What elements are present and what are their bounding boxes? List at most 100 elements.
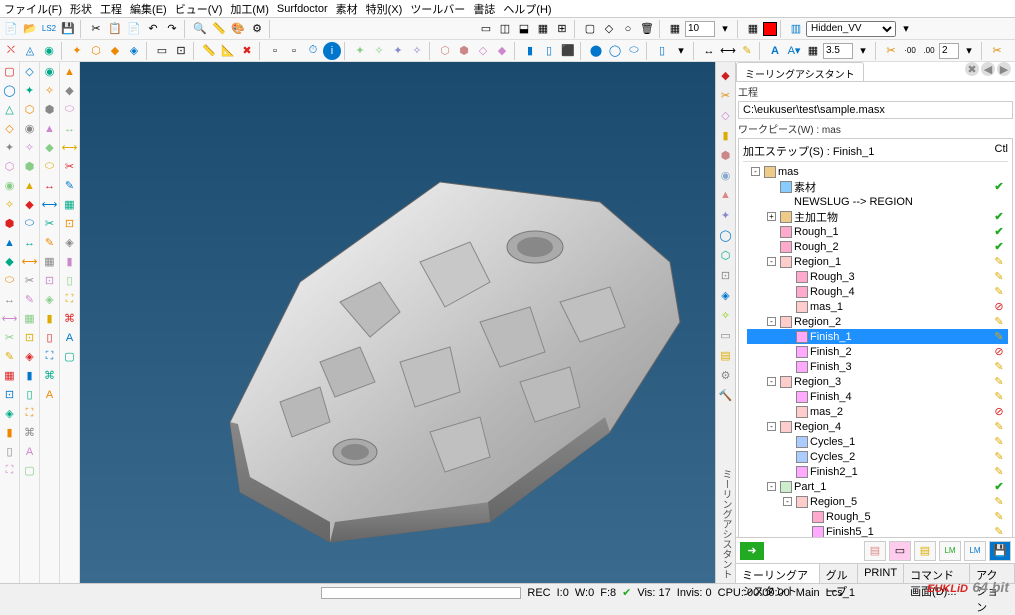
menu-item[interactable]: 特別(X) bbox=[366, 1, 403, 17]
left-tool[interactable]: ⌘ bbox=[20, 423, 39, 442]
left-tool[interactable]: ✎ bbox=[20, 290, 39, 309]
left-tool[interactable]: ⬢ bbox=[20, 157, 39, 176]
left-tool[interactable]: ⊡ bbox=[20, 328, 39, 347]
tree-node[interactable]: Rough_3✎ bbox=[747, 269, 1008, 284]
view-split2[interactable]: ◫ bbox=[496, 20, 514, 38]
t2-p3[interactable]: ◇ bbox=[474, 42, 492, 60]
fwd-icon[interactable]: ▶ bbox=[997, 62, 1011, 76]
tool-color[interactable]: 🎨 bbox=[229, 20, 247, 38]
t2-triangle[interactable]: ◬ bbox=[21, 42, 39, 60]
left-tool[interactable]: ▯ bbox=[20, 385, 39, 404]
left-tool[interactable]: ⊡ bbox=[40, 271, 59, 290]
tree-node[interactable]: Rough_2✔ bbox=[747, 239, 1008, 254]
rs-1[interactable]: ◆ bbox=[717, 66, 735, 84]
dropdown-icon[interactable]: ▾ bbox=[716, 20, 734, 38]
t2-e[interactable]: ⊡ bbox=[172, 42, 190, 60]
t2-cut[interactable]: ✂ bbox=[882, 42, 900, 60]
t2-cut2[interactable]: ✂ bbox=[988, 42, 1006, 60]
left-tool[interactable]: ◈ bbox=[0, 404, 19, 423]
left-tool[interactable]: ▮ bbox=[60, 252, 79, 271]
left-tool[interactable]: ⬢ bbox=[40, 100, 59, 119]
left-tool[interactable]: ✂ bbox=[20, 271, 39, 290]
menu-item[interactable]: 書誌 bbox=[473, 1, 495, 17]
left-tool[interactable]: ▲ bbox=[0, 233, 19, 252]
tool-new[interactable]: 📄 bbox=[2, 20, 20, 38]
back-icon[interactable]: ◀ bbox=[981, 62, 995, 76]
tree-node[interactable]: -Region_2✎ bbox=[747, 314, 1008, 329]
tool-paste[interactable]: 📄 bbox=[125, 20, 143, 38]
left-tool[interactable]: ◆ bbox=[40, 138, 59, 157]
left-tool[interactable]: ▢ bbox=[60, 347, 79, 366]
left-tool[interactable]: ✦ bbox=[20, 81, 39, 100]
view-split2v[interactable]: ⬓ bbox=[515, 20, 533, 38]
tree-node[interactable]: Finish_1✎ bbox=[747, 329, 1008, 344]
left-tool[interactable]: ◉ bbox=[0, 176, 19, 195]
tool-zoom[interactable]: 🔍 bbox=[191, 20, 209, 38]
t2-ruler90[interactable]: 📐 bbox=[219, 42, 237, 60]
t2-text-a2[interactable]: A▾ bbox=[785, 42, 803, 60]
tree-node[interactable]: Finish_4✎ bbox=[747, 389, 1008, 404]
t2-d[interactable]: ◈ bbox=[125, 42, 143, 60]
t2-blue2[interactable]: ▯ bbox=[540, 42, 558, 60]
tree-node[interactable]: -Region_5✎ bbox=[747, 494, 1008, 509]
left-tool[interactable]: △ bbox=[0, 100, 19, 119]
tool-config[interactable]: ⚙ bbox=[248, 20, 266, 38]
t2-info[interactable]: i bbox=[323, 42, 341, 60]
left-tool[interactable]: ◆ bbox=[0, 252, 19, 271]
left-tool[interactable]: A bbox=[60, 328, 79, 347]
tool-copy[interactable]: 📋 bbox=[106, 20, 124, 38]
tree-node[interactable]: 素材✔ bbox=[747, 179, 1008, 194]
left-tool[interactable]: ⛶ bbox=[0, 461, 19, 480]
t2-p2[interactable]: ⬢ bbox=[455, 42, 473, 60]
left-tool[interactable]: ▲ bbox=[40, 119, 59, 138]
t2-s3[interactable]: ✦ bbox=[389, 42, 407, 60]
tool-undo[interactable]: ↶ bbox=[144, 20, 162, 38]
tree-node[interactable]: -Region_3✎ bbox=[747, 374, 1008, 389]
left-tool[interactable]: ⌘ bbox=[40, 366, 59, 385]
t2-b[interactable]: ⬡ bbox=[87, 42, 105, 60]
t2-blue1[interactable]: ▮ bbox=[521, 42, 539, 60]
tree-node[interactable]: Finish2_1✎ bbox=[747, 464, 1008, 479]
tree-node[interactable]: Finish5_1✎ bbox=[747, 524, 1008, 537]
save-button[interactable]: 💾 bbox=[989, 541, 1011, 561]
left-tool[interactable]: ⬭ bbox=[60, 100, 79, 119]
tree-node[interactable]: -Part_1✔ bbox=[747, 479, 1008, 494]
tree-node[interactable]: Rough_1✔ bbox=[747, 224, 1008, 239]
layer-next[interactable]: ▾ bbox=[897, 20, 915, 38]
left-tool[interactable]: A bbox=[40, 385, 59, 404]
left-tool[interactable]: ▦ bbox=[60, 195, 79, 214]
tree-node[interactable]: Rough_4✎ bbox=[747, 284, 1008, 299]
left-tool[interactable]: ◈ bbox=[60, 233, 79, 252]
t2-grid[interactable]: ▦ bbox=[804, 42, 822, 60]
t2-p1[interactable]: ⬡ bbox=[436, 42, 454, 60]
t2-ruler[interactable]: 📏 bbox=[200, 42, 218, 60]
t2-s2[interactable]: ✧ bbox=[370, 42, 388, 60]
t2-text-a[interactable]: A bbox=[766, 42, 784, 60]
t2-drop2[interactable]: ▾ bbox=[854, 42, 872, 60]
t2-cyl1[interactable]: ⬤ bbox=[587, 42, 605, 60]
viewport-3d[interactable] bbox=[80, 62, 715, 583]
left-tool[interactable]: ⛶ bbox=[60, 290, 79, 309]
left-tool[interactable]: ◯ bbox=[0, 81, 19, 100]
tool-open[interactable]: 📂 bbox=[21, 20, 39, 38]
color-swatch[interactable] bbox=[763, 22, 777, 36]
left-tool[interactable]: ▯ bbox=[40, 328, 59, 347]
left-tool[interactable]: ⛶ bbox=[40, 347, 59, 366]
tree-node[interactable]: Finish_3✎ bbox=[747, 359, 1008, 374]
menu-item[interactable]: 編集(E) bbox=[130, 1, 167, 17]
menu-item[interactable]: ビュー(V) bbox=[175, 1, 223, 17]
t2-blank2[interactable]: ▫ bbox=[285, 42, 303, 60]
menu-item[interactable]: ファイル(F) bbox=[4, 1, 62, 17]
grid-icon[interactable]: ▦ bbox=[666, 20, 684, 38]
left-tool[interactable]: ⬢ bbox=[0, 214, 19, 233]
t2-cyl3[interactable]: ⬭ bbox=[625, 42, 643, 60]
tool-measure[interactable]: 📏 bbox=[210, 20, 228, 38]
menu-item[interactable]: 形状 bbox=[70, 1, 92, 17]
left-tool[interactable]: ⬭ bbox=[20, 214, 39, 233]
left-tool[interactable]: ⟷ bbox=[60, 138, 79, 157]
left-tool[interactable]: ✧ bbox=[40, 81, 59, 100]
t2-blue3[interactable]: ⬛ bbox=[559, 42, 577, 60]
left-tool[interactable]: ✧ bbox=[20, 138, 39, 157]
tree-node[interactable]: mas_1⊘ bbox=[747, 299, 1008, 314]
t2-dim2[interactable]: ⟷ bbox=[719, 42, 737, 60]
